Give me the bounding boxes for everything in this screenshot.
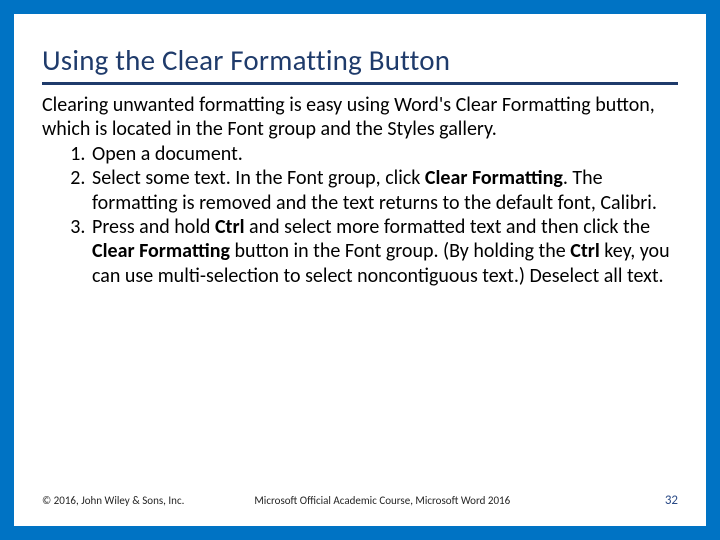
step-1-text: Open a document. (92, 142, 243, 166)
step-3-bold-ctrl-1: Ctrl (215, 215, 245, 239)
step-3-bold-clear-formatting: Clear Formatting (92, 239, 230, 263)
step-3: Press and hold Ctrl and select more form… (90, 215, 678, 288)
step-1: Open a document. (90, 142, 678, 166)
slide-frame: Using the Clear Formatting Button Cleari… (0, 0, 720, 540)
steps-list: Open a document. Select some text. In th… (42, 142, 678, 288)
footer-page-number: 32 (665, 493, 678, 508)
step-3-part-e: button in the Font group. (By holding th… (230, 239, 570, 263)
step-2: Select some text. In the Font group, cli… (90, 166, 678, 215)
slide-title: Using the Clear Formatting Button (42, 42, 678, 85)
slide-footer: © 2016, John Wiley & Sons, Inc. Microsof… (42, 493, 678, 508)
footer-course: Microsoft Official Academic Course, Micr… (254, 494, 510, 507)
step-2-bold-clear-formatting: Clear Formatting (425, 166, 563, 190)
slide-content: Using the Clear Formatting Button Cleari… (14, 14, 706, 288)
step-3-part-a: Press and hold (92, 215, 215, 239)
step-3-part-c: and select more formatted text and then … (245, 215, 651, 239)
step-3-bold-ctrl-2: Ctrl (570, 239, 600, 263)
step-2-part-a: Select some text. In the Font group, cli… (92, 166, 425, 190)
intro-paragraph: Clearing unwanted formatting is easy usi… (42, 93, 678, 142)
footer-copyright: © 2016, John Wiley & Sons, Inc. (42, 494, 184, 507)
